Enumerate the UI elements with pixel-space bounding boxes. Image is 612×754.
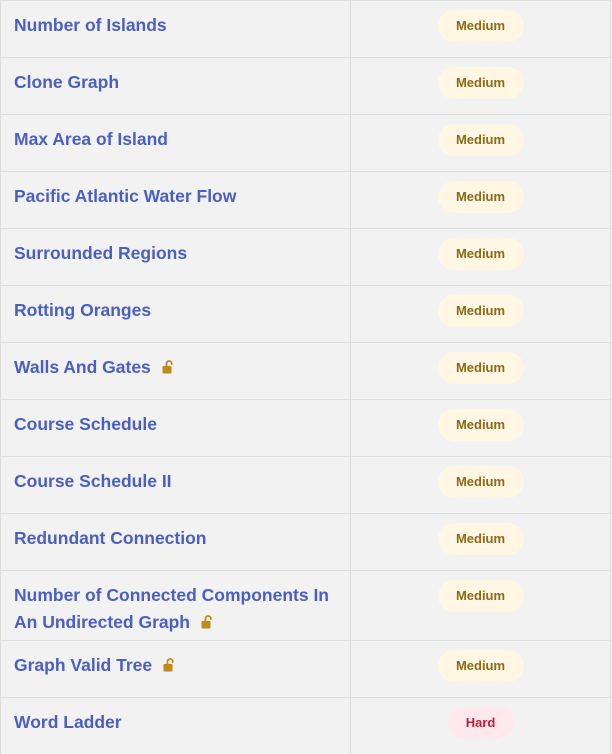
title-cell: Course Schedule II [1, 457, 351, 513]
difficulty-badge: Medium [437, 580, 524, 612]
difficulty-badge: Medium [437, 124, 524, 156]
problem-link[interactable]: Number of Islands [14, 15, 167, 35]
title-cell: Pacific Atlantic Water Flow [1, 172, 351, 228]
difficulty-cell: Medium [351, 400, 610, 456]
title-cell: Redundant Connection [1, 514, 351, 570]
difficulty-badge: Medium [437, 650, 524, 682]
title-cell: Rotting Oranges [1, 286, 351, 342]
problem-link[interactable]: Clone Graph [14, 72, 119, 92]
difficulty-badge: Medium [437, 295, 524, 327]
title-cell: Graph Valid Tree [1, 641, 351, 697]
table-row: Walls And Gates Medium [1, 343, 610, 400]
difficulty-cell: Medium [351, 58, 610, 114]
title-cell: Clone Graph [1, 58, 351, 114]
table-row: Course Schedule Medium [1, 400, 610, 457]
problem-link[interactable]: Surrounded Regions [14, 243, 187, 263]
problem-link[interactable]: Course Schedule II [14, 471, 172, 491]
difficulty-cell: Medium [351, 172, 610, 228]
lock-open-icon [162, 360, 173, 374]
difficulty-badge: Medium [437, 238, 524, 270]
difficulty-cell: Medium [351, 571, 610, 640]
problem-link[interactable]: Word Ladder [14, 712, 122, 732]
difficulty-badge: Medium [437, 523, 524, 555]
difficulty-badge: Medium [437, 352, 524, 384]
problem-link[interactable]: Walls And Gates [14, 357, 151, 377]
table-row: Pacific Atlantic Water Flow Medium [1, 172, 610, 229]
lock-open-icon [201, 615, 212, 629]
difficulty-cell: Medium [351, 1, 610, 57]
table-row: Number of Islands Medium [1, 1, 610, 58]
problem-link[interactable]: Number of Connected Components In An Und… [14, 585, 329, 632]
difficulty-badge: Medium [437, 10, 524, 42]
difficulty-cell: Medium [351, 641, 610, 697]
title-cell: Course Schedule [1, 400, 351, 456]
difficulty-cell: Hard [351, 698, 610, 754]
problem-link[interactable]: Graph Valid Tree [14, 655, 152, 675]
difficulty-badge: Hard [447, 707, 514, 739]
problem-link[interactable]: Redundant Connection [14, 528, 206, 548]
difficulty-cell: Medium [351, 514, 610, 570]
difficulty-badge: Medium [437, 409, 524, 441]
difficulty-cell: Medium [351, 229, 610, 285]
problem-link[interactable]: Max Area of Island [14, 129, 168, 149]
table-row: Number of Connected Components In An Und… [1, 571, 610, 641]
title-cell: Number of Islands [1, 1, 351, 57]
title-cell: Max Area of Island [1, 115, 351, 171]
difficulty-badge: Medium [437, 181, 524, 213]
title-cell: Walls And Gates [1, 343, 351, 399]
problem-link[interactable]: Rotting Oranges [14, 300, 151, 320]
table-row: Redundant Connection Medium [1, 514, 610, 571]
title-cell: Surrounded Regions [1, 229, 351, 285]
table-row: Rotting Oranges Medium [1, 286, 610, 343]
title-cell: Word Ladder [1, 698, 351, 754]
lock-open-icon [163, 658, 174, 672]
difficulty-cell: Medium [351, 457, 610, 513]
table-row: Clone Graph Medium [1, 58, 610, 115]
table-row: Max Area of Island Medium [1, 115, 610, 172]
difficulty-cell: Medium [351, 115, 610, 171]
title-cell: Number of Connected Components In An Und… [1, 571, 351, 640]
difficulty-cell: Medium [351, 286, 610, 342]
table-row: Course Schedule II Medium [1, 457, 610, 514]
problem-table: Number of Islands Medium Clone Graph Med… [0, 0, 611, 754]
problem-link[interactable]: Pacific Atlantic Water Flow [14, 186, 236, 206]
table-row: Surrounded Regions Medium [1, 229, 610, 286]
difficulty-badge: Medium [437, 67, 524, 99]
table-row: Graph Valid Tree Medium [1, 641, 610, 698]
problem-link[interactable]: Course Schedule [14, 414, 157, 434]
table-row: Word Ladder Hard [1, 698, 610, 754]
difficulty-cell: Medium [351, 343, 610, 399]
difficulty-badge: Medium [437, 466, 524, 498]
